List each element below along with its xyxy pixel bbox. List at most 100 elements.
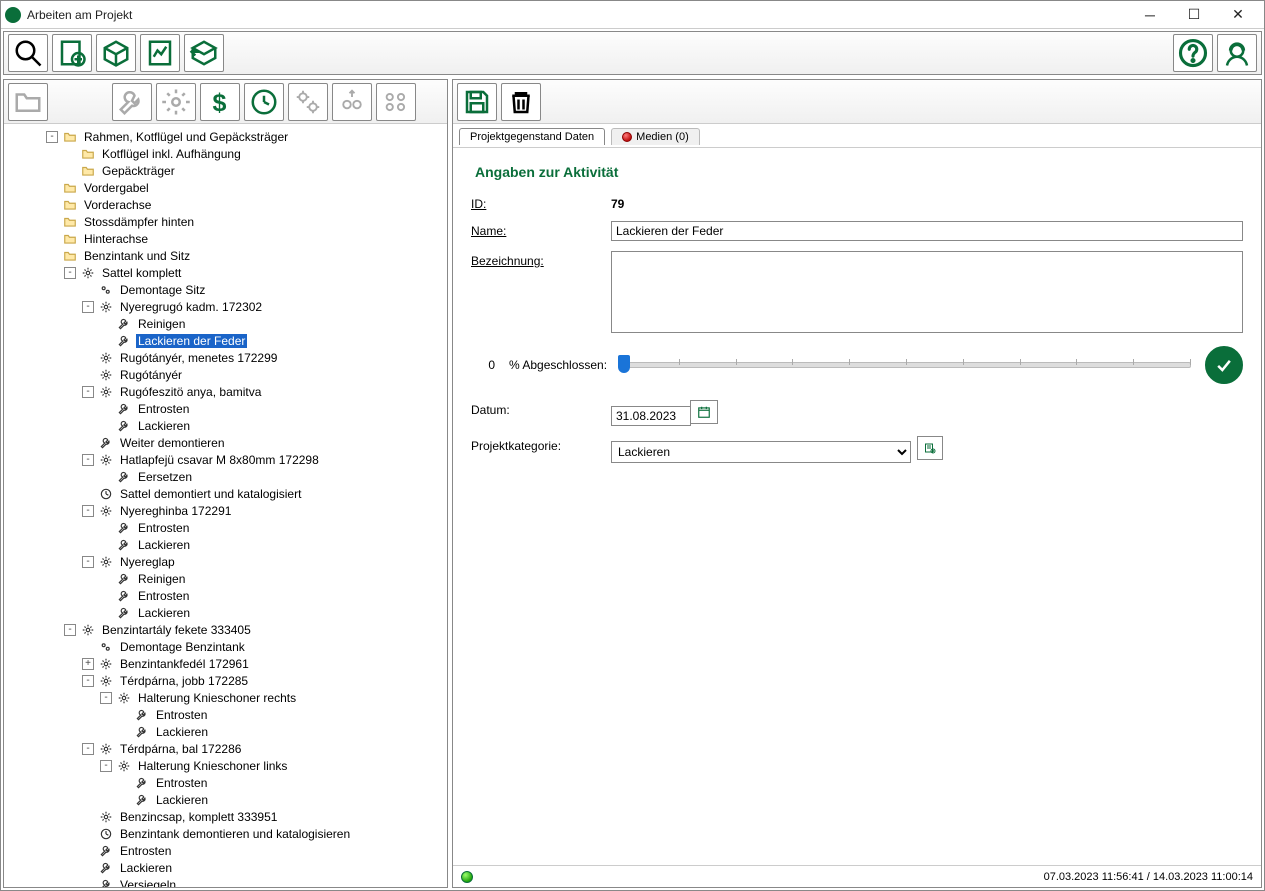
tree-item[interactable]: Demontage Sitz: [8, 281, 447, 298]
wrench-icon: [134, 792, 150, 808]
folder-icon: [62, 180, 78, 196]
tree-item[interactable]: Rugótányér, menetes 172299: [8, 349, 447, 366]
collapse-icon[interactable]: -: [46, 131, 58, 143]
window-close[interactable]: ✕: [1216, 1, 1260, 29]
tab-media[interactable]: Medien (0): [611, 128, 700, 145]
tree-item[interactable]: Entrosten: [8, 774, 447, 791]
collapse-icon[interactable]: -: [82, 505, 94, 517]
wrench-icon: [98, 435, 114, 451]
collapse-icon[interactable]: -: [82, 386, 94, 398]
tree-item[interactable]: Entrosten: [8, 842, 447, 859]
input-date[interactable]: [611, 406, 691, 426]
tree-item[interactable]: Gepäckträger: [8, 162, 447, 179]
slider-thumb-icon[interactable]: [618, 355, 630, 373]
tree-item[interactable]: -Benzintartály fekete 333405: [8, 621, 447, 638]
export-button[interactable]: [184, 34, 224, 72]
folder-button[interactable]: [8, 83, 48, 121]
tree-item[interactable]: -Rahmen, Kotflügel und Gepäcksträger: [8, 128, 447, 145]
folder-icon: [80, 163, 96, 179]
tree-item[interactable]: -Halterung Knieschoner rechts: [8, 689, 447, 706]
gears3-button[interactable]: [332, 83, 372, 121]
tree-item[interactable]: Benzincsap, komplett 333951: [8, 808, 447, 825]
tree-item[interactable]: -Rugófeszitö anya, bamitva: [8, 383, 447, 400]
tree-item[interactable]: Sattel demontiert und katalogisiert: [8, 485, 447, 502]
gears4-button[interactable]: [376, 83, 416, 121]
tree-item[interactable]: -Nyereglap: [8, 553, 447, 570]
tree-item[interactable]: Lackieren: [8, 604, 447, 621]
delete-button[interactable]: [501, 83, 541, 121]
tree-item[interactable]: Lackieren der Feder: [8, 332, 447, 349]
tree-item[interactable]: Benzintank und Sitz: [8, 247, 447, 264]
tree-item[interactable]: Eersetzen: [8, 468, 447, 485]
collapse-icon[interactable]: -: [64, 267, 76, 279]
tree-item[interactable]: -Halterung Knieschoner links: [8, 757, 447, 774]
gears2-button[interactable]: [288, 83, 328, 121]
money-button[interactable]: $: [200, 83, 240, 121]
input-name[interactable]: [611, 221, 1243, 241]
tree-item[interactable]: +Benzintankfedél 172961: [8, 655, 447, 672]
tree-item[interactable]: Entrosten: [8, 519, 447, 536]
tree-item-label: Versiegeln: [118, 878, 178, 888]
support-button[interactable]: [1217, 34, 1257, 72]
window-maximize[interactable]: ☐: [1172, 1, 1216, 29]
tree-item[interactable]: Lackieren: [8, 536, 447, 553]
tree-item[interactable]: Stossdämpfer hinten: [8, 213, 447, 230]
gear-icon: [98, 503, 114, 519]
box-button[interactable]: [96, 34, 136, 72]
progress-slider[interactable]: [621, 353, 1191, 377]
tree-item[interactable]: Entrosten: [8, 706, 447, 723]
select-category[interactable]: Lackieren: [611, 441, 911, 463]
complete-button[interactable]: [1205, 346, 1243, 384]
section-title: Angaben zur Aktivität: [475, 164, 1243, 180]
gear-icon: [98, 350, 114, 366]
collapse-icon[interactable]: -: [100, 692, 112, 704]
tree-item[interactable]: -Hatlapfejü csavar M 8x80mm 172298: [8, 451, 447, 468]
tree-item[interactable]: Lackieren: [8, 791, 447, 808]
tree-item[interactable]: -Térdpárna, jobb 172285: [8, 672, 447, 689]
collapse-icon[interactable]: -: [82, 454, 94, 466]
tree-item[interactable]: Vorderachse: [8, 196, 447, 213]
tree-item[interactable]: Demontage Benzintank: [8, 638, 447, 655]
collapse-icon[interactable]: -: [100, 760, 112, 772]
help-button[interactable]: [1173, 34, 1213, 72]
collapse-icon[interactable]: -: [64, 624, 76, 636]
expand-icon[interactable]: +: [82, 658, 94, 670]
tree-item[interactable]: Weiter demontieren: [8, 434, 447, 451]
tree-item[interactable]: Reinigen: [8, 570, 447, 587]
add-category-button[interactable]: [917, 436, 943, 460]
calendar-button[interactable]: [690, 400, 718, 424]
tab-data[interactable]: Projektgegenstand Daten: [459, 128, 605, 145]
tree-item[interactable]: Entrosten: [8, 587, 447, 604]
tree-item[interactable]: Lackieren: [8, 417, 447, 434]
tree-item[interactable]: Entrosten: [8, 400, 447, 417]
tree-item[interactable]: Vordergabel: [8, 179, 447, 196]
wrench-icon: [134, 724, 150, 740]
collapse-icon[interactable]: -: [82, 556, 94, 568]
collapse-icon[interactable]: -: [82, 301, 94, 313]
project-tree[interactable]: -Rahmen, Kotflügel und GepäcksträgerKotf…: [4, 124, 447, 887]
tree-item[interactable]: -Nyereghinba 172291: [8, 502, 447, 519]
tree-item[interactable]: -Térdpárna, bal 172286: [8, 740, 447, 757]
tree-item[interactable]: Lackieren: [8, 723, 447, 740]
collapse-icon[interactable]: -: [82, 675, 94, 687]
tree-item[interactable]: Hinterachse: [8, 230, 447, 247]
tree-item[interactable]: Kotflügel inkl. Aufhängung: [8, 145, 447, 162]
tree-item[interactable]: Versiegeln: [8, 876, 447, 887]
wrench-button[interactable]: [112, 83, 152, 121]
input-desc[interactable]: [611, 251, 1243, 333]
tree-item[interactable]: Benzintank demontieren und katalogisiere…: [8, 825, 447, 842]
tree-item[interactable]: -Nyeregrugó kadm. 172302: [8, 298, 447, 315]
tree-item[interactable]: Rugótányér: [8, 366, 447, 383]
wrench-icon: [116, 588, 132, 604]
clock-button[interactable]: [244, 83, 284, 121]
save-button[interactable]: [457, 83, 497, 121]
tree-item[interactable]: Lackieren: [8, 859, 447, 876]
collapse-icon[interactable]: -: [82, 743, 94, 755]
gear-button[interactable]: [156, 83, 196, 121]
report-button[interactable]: [140, 34, 180, 72]
tree-item[interactable]: -Sattel komplett: [8, 264, 447, 281]
tree-item[interactable]: Reinigen: [8, 315, 447, 332]
search-button[interactable]: [8, 34, 48, 72]
window-minimize[interactable]: ─: [1128, 1, 1172, 29]
add-doc-button[interactable]: [52, 34, 92, 72]
